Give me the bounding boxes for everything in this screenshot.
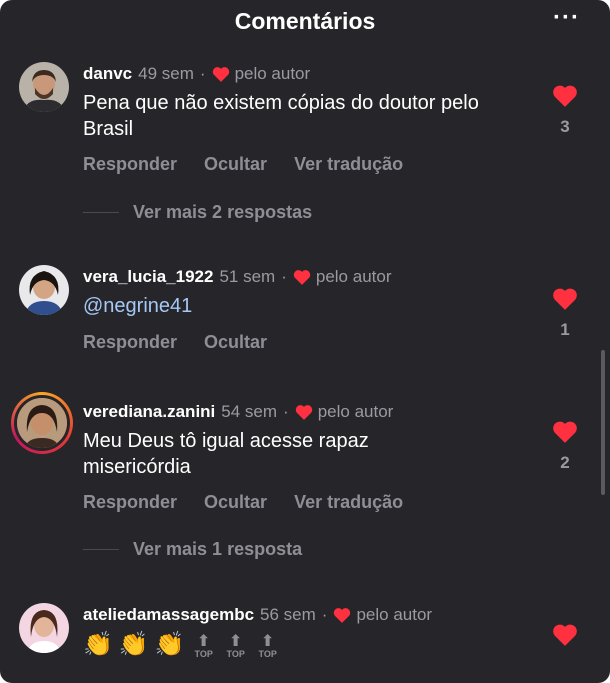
view-replies-label: Ver mais 1 resposta: [133, 539, 303, 559]
like-count: 2: [560, 453, 570, 472]
clapping-hands-emoji: 👏: [83, 631, 113, 658]
avatar-story-ring[interactable]: [11, 392, 73, 454]
top-arrow-icon: ⬆ TOP: [258, 633, 277, 660]
more-options-icon[interactable]: ···: [553, 4, 580, 32]
heart-icon: [334, 608, 351, 623]
top-arrow-icon: ⬆ TOP: [194, 633, 213, 660]
liked-by-author-label: pelo autor: [315, 267, 392, 286]
hide-button[interactable]: Ocultar: [204, 154, 267, 175]
clapping-hands-emoji: 👏: [118, 631, 149, 658]
liked-by-author-label: pelo autor: [234, 64, 311, 83]
comment-time: 56 sem: [260, 605, 316, 624]
translate-button[interactable]: Ver tradução: [294, 154, 403, 175]
username[interactable]: vera_lucia_1922: [83, 267, 213, 287]
clapping-hands-emoji: 👏: [154, 631, 185, 658]
reply-button[interactable]: Responder: [83, 154, 177, 175]
like-count: 3: [560, 117, 570, 136]
reply-button[interactable]: Responder: [83, 492, 177, 513]
comment-emojis: 👏 👏 👏 ⬆ TOP ⬆ TOP ⬆ TOP: [83, 631, 281, 659]
heart-icon: [212, 67, 229, 82]
comment-time: 49 sem: [138, 64, 194, 83]
avatar: [14, 395, 70, 451]
comment-actions: Responder Ocultar: [83, 332, 267, 353]
comment-meta: verediana.zanini 54 sem · pelo autor: [83, 402, 393, 422]
heart-icon[interactable]: [552, 623, 578, 646]
divider: [83, 549, 119, 550]
translate-button[interactable]: Ver tradução: [294, 492, 403, 513]
like-control: 1: [551, 287, 579, 340]
comment-actions: Responder Ocultar Ver tradução: [83, 492, 403, 513]
scrollbar[interactable]: [601, 350, 605, 495]
liked-by-author-label: pelo autor: [356, 605, 433, 624]
separator-dot: ·: [283, 402, 289, 421]
heart-icon[interactable]: [552, 420, 578, 443]
comments-sheet: Comentários ··· danvc 49 sem · pelo auto…: [0, 0, 610, 683]
avatar[interactable]: [19, 603, 69, 653]
comment-text: Meu Deus tô igual acesse rapaz misericór…: [83, 430, 369, 478]
mention-link[interactable]: @negrine41: [83, 293, 513, 319]
hide-button[interactable]: Ocultar: [204, 492, 267, 513]
liked-by-author-label: pelo autor: [317, 402, 394, 421]
comments-header: Comentários ···: [0, 0, 610, 48]
view-replies-label: Ver mais 2 respostas: [133, 202, 313, 222]
comment-actions: Responder Ocultar Ver tradução: [83, 154, 403, 175]
heart-icon: [295, 405, 312, 420]
hide-button[interactable]: Ocultar: [204, 332, 267, 353]
avatar[interactable]: [19, 62, 69, 112]
divider: [83, 212, 119, 213]
username[interactable]: danvc: [83, 64, 132, 84]
comment-time: 51 sem: [219, 267, 276, 286]
heart-icon[interactable]: [552, 84, 578, 107]
like-control: 3: [551, 84, 579, 137]
username[interactable]: verediana.zanini: [83, 402, 215, 422]
comment-meta: danvc 49 sem · pelo autor: [83, 64, 310, 84]
like-control: 2: [551, 420, 579, 473]
avatar[interactable]: [19, 265, 69, 315]
comment-time: 54 sem: [221, 402, 278, 421]
view-replies-button[interactable]: Ver mais 2 respostas: [83, 202, 312, 223]
separator-dot: ·: [281, 267, 287, 286]
reply-button[interactable]: Responder: [83, 332, 177, 353]
username[interactable]: ateliedamassagembc: [83, 605, 254, 625]
top-arrow-icon: ⬆ TOP: [226, 633, 245, 660]
like-count: 1: [560, 320, 570, 339]
separator-dot: ·: [199, 64, 206, 83]
comment-meta: ateliedamassagembc 56 sem · pelo autor: [83, 605, 432, 625]
view-replies-button[interactable]: Ver mais 1 resposta: [83, 539, 302, 560]
comment-meta: vera_lucia_1922 51 sem · pelo autor: [83, 267, 392, 287]
heart-icon: [293, 270, 311, 285]
heart-icon[interactable]: [552, 287, 578, 310]
comment-text: Pena que não existem cópias do doutor pe…: [83, 92, 479, 140]
separator-dot: ·: [321, 605, 328, 624]
like-control: [551, 623, 579, 646]
page-title: Comentários: [234, 8, 376, 34]
